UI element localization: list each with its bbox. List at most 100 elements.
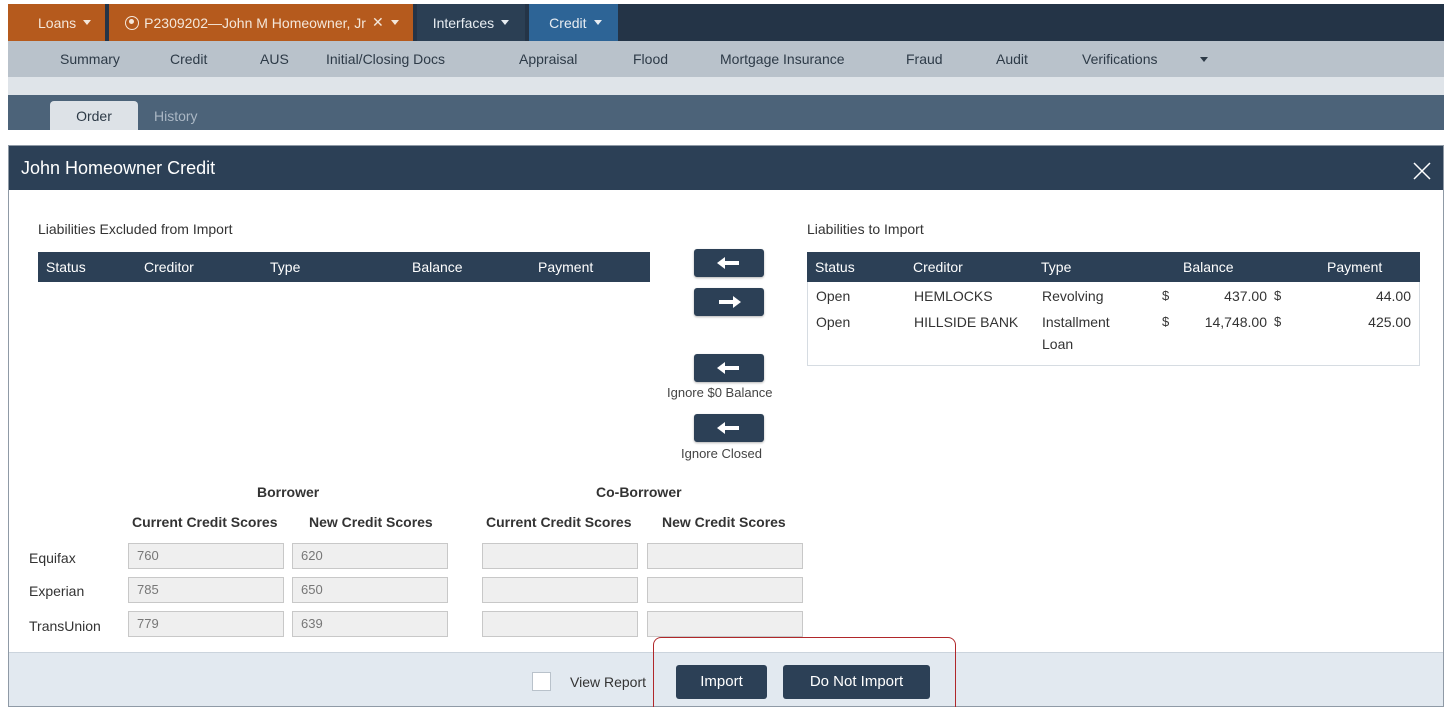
credit-menu[interactable]: Credit	[529, 4, 618, 41]
move-to-excluded-button[interactable]	[694, 249, 764, 277]
dialog-header: John Homeowner Credit	[9, 146, 1443, 190]
loans-menu[interactable]: Loans	[8, 4, 106, 41]
subnav-flood[interactable]: Flood	[633, 51, 668, 67]
column-header-status: Status	[815, 259, 855, 275]
subnav-aus[interactable]: AUS	[260, 51, 289, 67]
loan-file-tab[interactable]: P2309202—John M Homeowner, Jr ✕	[109, 4, 413, 41]
column-header-type: Type	[1041, 259, 1072, 275]
import-table-body: Open HEMLOCKS Revolving $ 437.00 $ 44.00…	[807, 282, 1420, 366]
move-to-import-button[interactable]	[694, 288, 764, 316]
coborrower-heading: Co-Borrower	[596, 484, 682, 500]
row-payment: 44.00	[1375, 288, 1411, 304]
row-payment-currency: $	[1274, 314, 1282, 329]
arrow-left-icon	[717, 257, 739, 269]
subnav-audit[interactable]: Audit	[996, 51, 1028, 67]
subnav-initial-closing-docs[interactable]: Initial/Closing Docs	[326, 51, 445, 67]
import-table-header: Status Creditor Type Balance Payment	[807, 252, 1420, 282]
equifax-coborrower-new-field[interactable]	[647, 543, 803, 569]
experian-borrower-new-field[interactable]: 650	[292, 577, 448, 603]
row-balance: 14,748.00	[1204, 314, 1267, 330]
experian-label: Experian	[29, 583, 85, 599]
subnav-fraud[interactable]: Fraud	[906, 51, 943, 67]
excluded-table-header: Status Creditor Type Balance Payment	[38, 252, 650, 282]
table-row[interactable]: Open HILLSIDE BANK Installment Loan $ 14…	[808, 308, 1419, 356]
chevron-down-icon	[593, 20, 602, 25]
loan-file-label: P2309202—John M Homeowner, Jr	[144, 14, 366, 31]
table-row[interactable]: Open HEMLOCKS Revolving $ 437.00 $ 44.00	[808, 282, 1419, 308]
borrower-new-scores-heading: New Credit Scores	[309, 514, 433, 530]
subnav-appraisal[interactable]: Appraisal	[519, 51, 577, 67]
subnav-more-chevron-down-icon[interactable]	[1200, 57, 1208, 62]
equifax-borrower-current-field[interactable]: 760	[128, 543, 284, 569]
experian-coborrower-current-field[interactable]	[482, 577, 638, 603]
ignore-zero-balance-button[interactable]	[694, 354, 764, 382]
column-header-balance: Balance	[1183, 259, 1234, 275]
subnav-verifications[interactable]: Verifications	[1082, 51, 1157, 67]
nav-spacer	[8, 77, 1444, 95]
interfaces-menu-label: Interfaces	[432, 14, 495, 31]
dialog-title: John Homeowner Credit	[21, 158, 216, 178]
column-header-status: Status	[46, 259, 86, 275]
column-header-balance: Balance	[412, 259, 463, 275]
arrow-left-icon	[717, 422, 739, 434]
chevron-down-icon	[83, 20, 92, 25]
user-circle-icon	[125, 15, 140, 30]
tab-history[interactable]: History	[154, 101, 198, 130]
view-report-checkbox[interactable]	[532, 672, 551, 691]
borrower-heading: Borrower	[257, 484, 320, 500]
close-icon[interactable]: ✕	[372, 14, 384, 31]
column-header-payment: Payment	[1327, 259, 1383, 275]
excluded-liabilities-title: Liabilities Excluded from Import	[38, 221, 233, 237]
sub-nav-bar: Summary Credit AUS Initial/Closing Docs …	[8, 41, 1444, 77]
top-nav-bar: Loans P2309202—John M Homeowner, Jr ✕ In…	[8, 4, 1444, 41]
column-header-payment: Payment	[538, 259, 594, 275]
row-type-line-2: Loan	[1042, 336, 1074, 352]
equifax-coborrower-current-field[interactable]	[482, 543, 638, 569]
row-status: Open	[816, 314, 851, 330]
row-type: Installment	[1042, 314, 1110, 330]
equifax-label: Equifax	[29, 550, 76, 566]
row-creditor: HILLSIDE BANK	[914, 314, 1019, 330]
loans-menu-label: Loans	[38, 14, 77, 31]
subnav-summary[interactable]: Summary	[60, 51, 120, 67]
column-header-type: Type	[270, 259, 301, 275]
column-header-creditor: Creditor	[913, 259, 963, 275]
row-balance-currency: $	[1162, 314, 1170, 329]
ignore-closed-label: Ignore Closed	[681, 446, 762, 461]
app-root: Loans P2309202—John M Homeowner, Jr ✕ In…	[0, 0, 1444, 707]
transunion-label: TransUnion	[29, 618, 101, 634]
subnav-credit[interactable]: Credit	[170, 51, 207, 67]
chevron-down-icon	[501, 20, 510, 25]
close-icon[interactable]	[1411, 155, 1433, 180]
row-payment-currency: $	[1274, 288, 1282, 303]
row-payment: 425.00	[1368, 314, 1411, 330]
row-type: Revolving	[1042, 288, 1104, 304]
row-creditor: HEMLOCKS	[914, 288, 993, 304]
transunion-coborrower-new-field[interactable]	[647, 611, 803, 637]
transunion-borrower-current-field[interactable]: 779	[128, 611, 284, 637]
chevron-down-icon[interactable]	[390, 20, 399, 25]
ignore-closed-button[interactable]	[694, 414, 764, 442]
experian-coborrower-new-field[interactable]	[647, 577, 803, 603]
interfaces-menu[interactable]: Interfaces	[416, 4, 526, 41]
transunion-coborrower-current-field[interactable]	[482, 611, 638, 637]
equifax-borrower-new-field[interactable]: 620	[292, 543, 448, 569]
row-balance: 437.00	[1224, 288, 1267, 304]
highlight-annotation	[653, 637, 956, 707]
arrow-right-icon	[719, 296, 741, 308]
tab-order[interactable]: Order	[50, 101, 138, 130]
experian-borrower-current-field[interactable]: 785	[128, 577, 284, 603]
row-balance-currency: $	[1162, 288, 1170, 303]
transunion-borrower-new-field[interactable]: 639	[292, 611, 448, 637]
page-tab-bar: Order History	[8, 95, 1444, 130]
subnav-mortgage-insurance[interactable]: Mortgage Insurance	[720, 51, 845, 67]
liabilities-to-import-title: Liabilities to Import	[807, 221, 924, 237]
borrower-current-scores-heading: Current Credit Scores	[132, 514, 278, 530]
credit-import-dialog: John Homeowner Credit Liabilities Exclud…	[8, 145, 1444, 707]
credit-menu-label: Credit	[549, 14, 587, 31]
coborrower-current-scores-heading: Current Credit Scores	[486, 514, 632, 530]
view-report-label: View Report	[570, 674, 647, 690]
coborrower-new-scores-heading: New Credit Scores	[662, 514, 786, 530]
arrow-left-icon	[717, 362, 739, 374]
ignore-zero-balance-label: Ignore $0 Balance	[667, 385, 773, 400]
